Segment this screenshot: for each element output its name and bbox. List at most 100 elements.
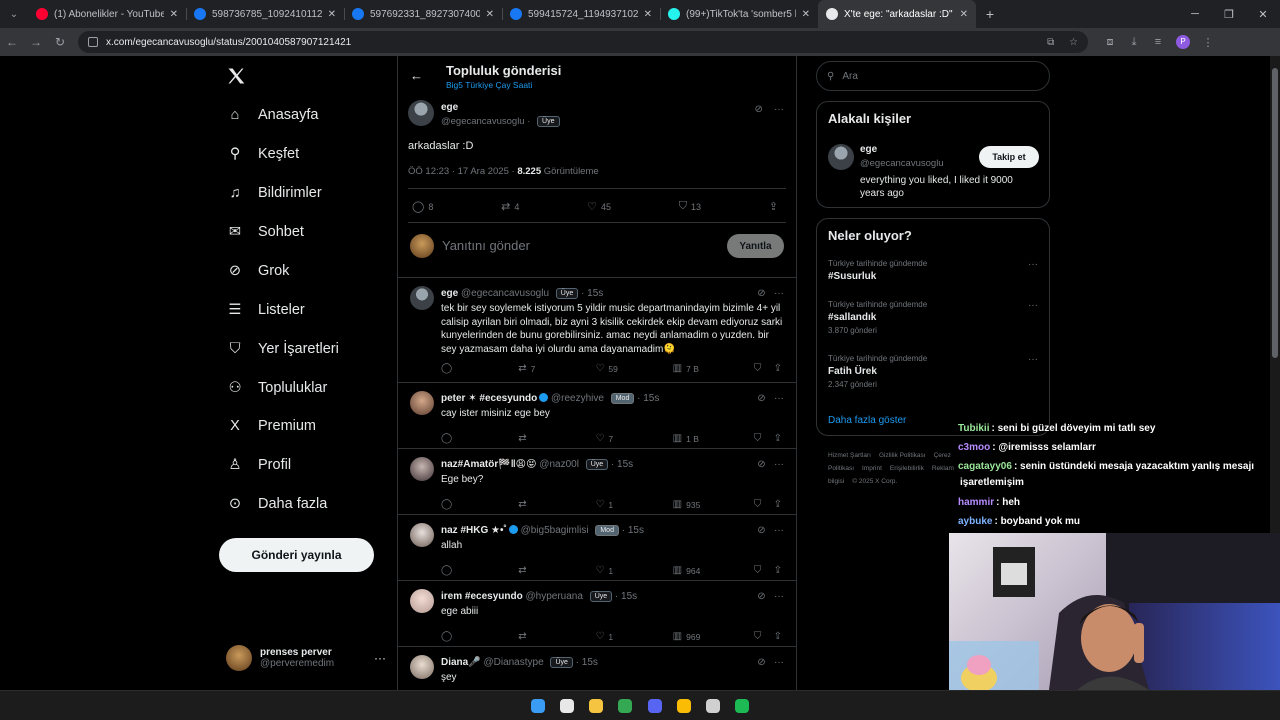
like-button[interactable]: ♡ 1 <box>595 565 672 576</box>
github-icon[interactable] <box>703 696 723 716</box>
spotify-icon[interactable] <box>732 696 752 716</box>
bookmark-button[interactable]: ⛉ <box>754 631 774 642</box>
reply-time[interactable]: 15s <box>621 591 637 602</box>
footer-link[interactable]: Gizlilik Politikası <box>879 452 926 459</box>
reply-author-name[interactable]: Diana🎤 <box>441 657 481 668</box>
reading-list-icon[interactable]: ≡ <box>1146 36 1170 48</box>
like-button[interactable]: ♡ 59 <box>595 363 672 374</box>
browser-tab[interactable]: 598736785_1092410112963637 ✕ <box>186 0 344 28</box>
more-dots-icon[interactable]: ··· <box>774 657 784 668</box>
footer-link[interactable]: Hizmet Şartları <box>828 452 871 459</box>
post-author-name[interactable]: ege <box>441 102 458 113</box>
like-button[interactable]: ♡ 1 <box>595 631 672 642</box>
file-explorer-icon[interactable] <box>586 696 606 716</box>
site-info-icon[interactable] <box>88 37 98 47</box>
bookmark-button[interactable]: ⛉ <box>754 565 774 576</box>
like-button[interactable]: ♡ 7 <box>595 433 672 444</box>
search-icon[interactable] <box>557 696 577 716</box>
sidebar-item-listeler[interactable]: ☰ Listeler <box>226 295 305 325</box>
views-button[interactable]: ▥ 1 B <box>673 433 754 444</box>
reply-submit-button[interactable]: Yanıtla <box>727 234 784 258</box>
reply-author-name[interactable]: naz#Amatör🏁‖😩😝 <box>441 459 537 470</box>
sidebar-item-yer-i-şaretleri[interactable]: ⛉ Yer İşaretleri <box>226 334 339 364</box>
like-button[interactable]: ♡ 1 <box>595 499 672 510</box>
avatar[interactable] <box>828 144 854 170</box>
browser-tab[interactable]: 599415724_1194937102604273 ✕ <box>502 0 660 28</box>
browser-tab[interactable]: 597692331_892730740001645 ✕ <box>344 0 502 28</box>
reply-item[interactable]: peter ✶ #ecesyundo @reezyhive Mod · 15s … <box>398 391 796 449</box>
bookmark-button[interactable]: ⛉ <box>754 363 774 374</box>
grok-icon[interactable]: ⊘ <box>757 525 765 536</box>
share-button[interactable]: ⇪ <box>769 200 782 213</box>
bookmark-star-icon[interactable]: ☆ <box>1069 37 1078 48</box>
browser-tab[interactable]: (1) Abonelikler - YouTube ✕ <box>28 0 186 28</box>
views-button[interactable]: ▥ 964 <box>673 565 754 576</box>
repost-button[interactable]: ⇄ <box>518 565 595 576</box>
reply-author-handle[interactable]: @egecancavusoglu <box>461 288 549 299</box>
repost-button[interactable]: ⇄ 7 <box>518 363 595 374</box>
bookmark-button[interactable]: ⛉ 13 <box>679 200 701 213</box>
grok-icon[interactable]: ⊘ <box>757 393 765 404</box>
reply-author-name[interactable]: irem #ecesyundo <box>441 591 523 602</box>
repost-button[interactable]: ⇄ <box>518 631 595 642</box>
footer-link[interactable]: Erişilebilirlik <box>890 465 924 472</box>
repost-button[interactable]: ⇄ 4 <box>501 200 519 213</box>
reply-author-name[interactable]: peter ✶ #ecesyundo <box>441 393 537 404</box>
reload-button[interactable]: ↻ <box>48 35 72 49</box>
close-icon[interactable]: ✕ <box>644 9 652 20</box>
post-timestamp[interactable]: ÖÖ 12:23 · 17 Ara 2025 · <box>408 166 517 177</box>
forward-button[interactable]: → <box>24 35 48 49</box>
back-arrow-icon[interactable]: ← <box>410 68 423 83</box>
reply-item[interactable]: naz#Amatör🏁‖😩😝 @naz00l Üye · 15s ⊘ ··· E… <box>398 457 796 515</box>
sidebar-item-grok[interactable]: ⊘ Grok <box>226 256 290 286</box>
discord-icon[interactable] <box>645 696 665 716</box>
reply-button[interactable]: ◯ <box>441 433 518 444</box>
scrollbar-thumb[interactable] <box>1272 68 1278 358</box>
more-dots-icon[interactable]: ··· <box>374 651 386 665</box>
close-icon[interactable]: ✕ <box>486 9 494 20</box>
footer-link[interactable]: Imprint <box>862 465 882 472</box>
repost-button[interactable]: ⇄ <box>518 433 595 444</box>
account-switcher[interactable]: prenses perver @perveremedim ··· <box>226 643 386 673</box>
views-button[interactable]: ▥ 935 <box>673 499 754 510</box>
x-logo-icon[interactable] <box>226 66 248 88</box>
avatar[interactable] <box>410 655 434 679</box>
follow-button[interactable]: Takip et <box>979 146 1039 168</box>
reply-time[interactable]: 15s <box>628 525 644 536</box>
related-name[interactable]: ege <box>860 144 877 155</box>
more-dots-icon[interactable]: ··· <box>774 591 784 602</box>
sidebar-item-sohbet[interactable]: ✉ Sohbet <box>226 217 304 247</box>
address-bar[interactable]: x.com/egecancavusoglu/status/20010405879… <box>78 31 1088 53</box>
close-window-button[interactable]: ✕ <box>1246 8 1280 21</box>
more-dots-icon[interactable]: ··· <box>774 104 784 115</box>
reply-author-name[interactable]: naz #HKG ★•˚ <box>441 525 507 536</box>
reply-item[interactable]: naz #HKG ★•˚ @big5bagimlisi Mod · 15s ⊘ … <box>398 523 796 581</box>
tab-search-button[interactable]: ⌄ <box>0 0 28 28</box>
browser-tab[interactable]: X'te ege: "arkadaslar :D" / X ✕ <box>818 0 976 28</box>
reply-button[interactable]: ◯ 8 <box>412 200 433 213</box>
grok-icon[interactable]: ⊘ <box>754 104 762 115</box>
reply-author-handle[interactable]: @Dianastype <box>483 657 543 668</box>
handle-text[interactable]: @egecancavusoglu <box>441 116 525 127</box>
reply-author-handle[interactable]: @naz00l <box>539 459 579 470</box>
chrome-icon[interactable] <box>615 696 635 716</box>
reply-button[interactable]: ◯ <box>441 631 518 642</box>
reply-author-handle[interactable]: @big5bagimlisi <box>521 525 589 536</box>
share-button[interactable]: ⇪ <box>774 363 786 374</box>
reply-author-handle[interactable]: @hyperuana <box>526 591 583 602</box>
share-button[interactable]: ⇪ <box>774 631 786 642</box>
chrome-icon[interactable] <box>674 696 694 716</box>
reply-input[interactable]: Yanıtını gönder <box>442 238 530 253</box>
new-tab-button[interactable]: + <box>976 6 1004 22</box>
more-dots-icon[interactable]: ··· <box>1028 354 1038 365</box>
browser-tab[interactable]: (99+)TikTok'ta 'somber5 big5' i ✕ <box>660 0 818 28</box>
reply-item[interactable]: ege @egecancavusoglu Üye · 15s ⊘ ··· tek… <box>398 286 796 383</box>
close-icon[interactable]: ✕ <box>328 9 336 20</box>
maximize-button[interactable]: ❐ <box>1212 8 1246 21</box>
install-app-icon[interactable]: ⧉ <box>1047 37 1054 48</box>
reply-author-name[interactable]: ege <box>441 288 458 299</box>
share-button[interactable]: ⇪ <box>774 565 786 576</box>
trend-item[interactable]: Türkiye tarihinde gündemde Fatih Ürek 2.… <box>828 354 1038 389</box>
grok-icon[interactable]: ⊘ <box>757 459 765 470</box>
avatar[interactable] <box>410 589 434 613</box>
